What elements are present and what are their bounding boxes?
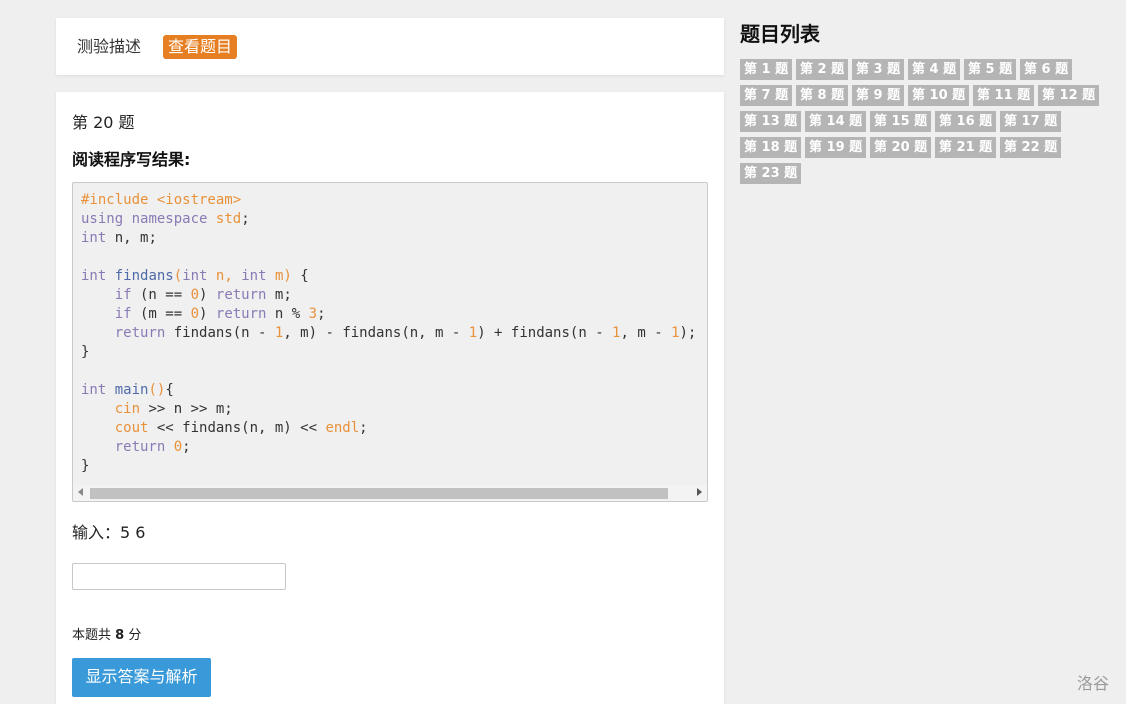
problem-list-item[interactable]: 第 17 题 xyxy=(1000,111,1062,132)
score-info: 本题共 8 分 xyxy=(72,624,141,643)
problem-list-title: 题目列表 xyxy=(740,22,820,46)
question-card: 第 20 题 阅读程序写结果: #include <iostream> usin… xyxy=(56,92,724,704)
code-token: int xyxy=(81,268,107,284)
code-block[interactable]: #include <iostream> using namespace std;… xyxy=(72,182,708,502)
code-token: 0 xyxy=(190,306,200,322)
scroll-thumb[interactable] xyxy=(90,488,668,499)
code-token: using xyxy=(81,211,124,227)
code-token: 0 xyxy=(173,439,183,455)
code-token: std xyxy=(215,211,242,227)
code-token: return xyxy=(114,439,166,455)
code-token: () xyxy=(148,382,166,398)
footer-logo: 洛谷 xyxy=(1077,674,1110,693)
scroll-left-arrow-icon[interactable] xyxy=(78,488,83,496)
code-token: 3 xyxy=(308,306,318,322)
score-prefix: 本题共 xyxy=(72,628,112,643)
code-token: 1 xyxy=(671,325,680,341)
score-suffix: 分 xyxy=(128,628,142,643)
input-sample: 输入：5 6 xyxy=(72,523,146,542)
question-number: 第 20 题 xyxy=(72,113,135,132)
code-token: return xyxy=(215,287,267,303)
problem-list-item[interactable]: 第 6 题 xyxy=(1020,59,1073,80)
problem-list-item[interactable]: 第 11 题 xyxy=(973,85,1035,106)
problem-list-item[interactable]: 第 7 题 xyxy=(740,85,793,106)
code-token: findans xyxy=(114,268,174,284)
code-token: namespace xyxy=(131,211,208,227)
code-token: n, xyxy=(215,268,233,284)
code-token: 1 xyxy=(612,325,621,341)
code-token: if xyxy=(114,306,132,322)
code-token: main xyxy=(114,382,149,398)
code-token: cout xyxy=(114,420,149,436)
problem-list-item[interactable]: 第 13 题 xyxy=(740,111,802,132)
problem-list-item[interactable]: 第 23 题 xyxy=(740,163,802,184)
code-token: 1 xyxy=(274,325,284,341)
question-title: 阅读程序写结果: xyxy=(72,150,191,169)
code-token: int xyxy=(182,268,208,284)
problem-list-item[interactable]: 第 21 题 xyxy=(935,137,997,158)
problem-list-item[interactable]: 第 16 题 xyxy=(935,111,997,132)
code-horizontal-scrollbar[interactable] xyxy=(73,485,707,501)
answer-input[interactable] xyxy=(72,563,286,590)
problem-list-item[interactable]: 第 22 题 xyxy=(1000,137,1062,158)
code-token: return xyxy=(215,306,267,322)
show-answer-button[interactable]: 显示答案与解析 xyxy=(72,658,211,697)
code-token: if xyxy=(114,287,132,303)
problem-list-item[interactable]: 第 9 题 xyxy=(852,85,905,106)
code-token: int xyxy=(81,230,107,246)
code-token: cin xyxy=(114,401,141,417)
code-token: 0 xyxy=(190,287,200,303)
problem-list-item[interactable]: 第 3 题 xyxy=(852,59,905,80)
problem-list-item[interactable]: 第 2 题 xyxy=(796,59,849,80)
code-token: int xyxy=(81,382,107,398)
scroll-right-arrow-icon[interactable] xyxy=(697,488,702,496)
tab-description[interactable]: 测验描述 xyxy=(77,35,141,59)
code-token: int xyxy=(241,268,267,284)
problem-list-item[interactable]: 第 1 题 xyxy=(740,59,793,80)
problem-list-item[interactable]: 第 18 题 xyxy=(740,137,802,158)
code-token: endl xyxy=(325,420,360,436)
problem-list-item[interactable]: 第 5 题 xyxy=(964,59,1017,80)
code-token: return xyxy=(114,325,166,341)
code-token: ( xyxy=(173,268,183,284)
code-text: #include <iostream> using namespace std;… xyxy=(81,192,697,474)
problem-list-item[interactable]: 第 4 题 xyxy=(908,59,961,80)
problem-list-item[interactable]: 第 8 题 xyxy=(796,85,849,106)
problem-list-item[interactable]: 第 10 题 xyxy=(908,85,970,106)
code-token: 1 xyxy=(468,325,478,341)
code-token: #include <iostream> xyxy=(81,192,242,208)
problem-list-item[interactable]: 第 14 题 xyxy=(805,111,867,132)
code-token: m) xyxy=(274,268,292,284)
score-value: 8 xyxy=(115,628,125,643)
problem-list-item[interactable]: 第 19 题 xyxy=(805,137,867,158)
problem-list-item[interactable]: 第 15 题 xyxy=(870,111,932,132)
problem-list-item[interactable]: 第 12 题 xyxy=(1038,85,1100,106)
tab-view-problems[interactable]: 查看题目 xyxy=(163,35,238,59)
problem-list-item[interactable]: 第 20 题 xyxy=(870,137,932,158)
tabs-bar: 测验描述 查看题目 xyxy=(56,18,724,75)
